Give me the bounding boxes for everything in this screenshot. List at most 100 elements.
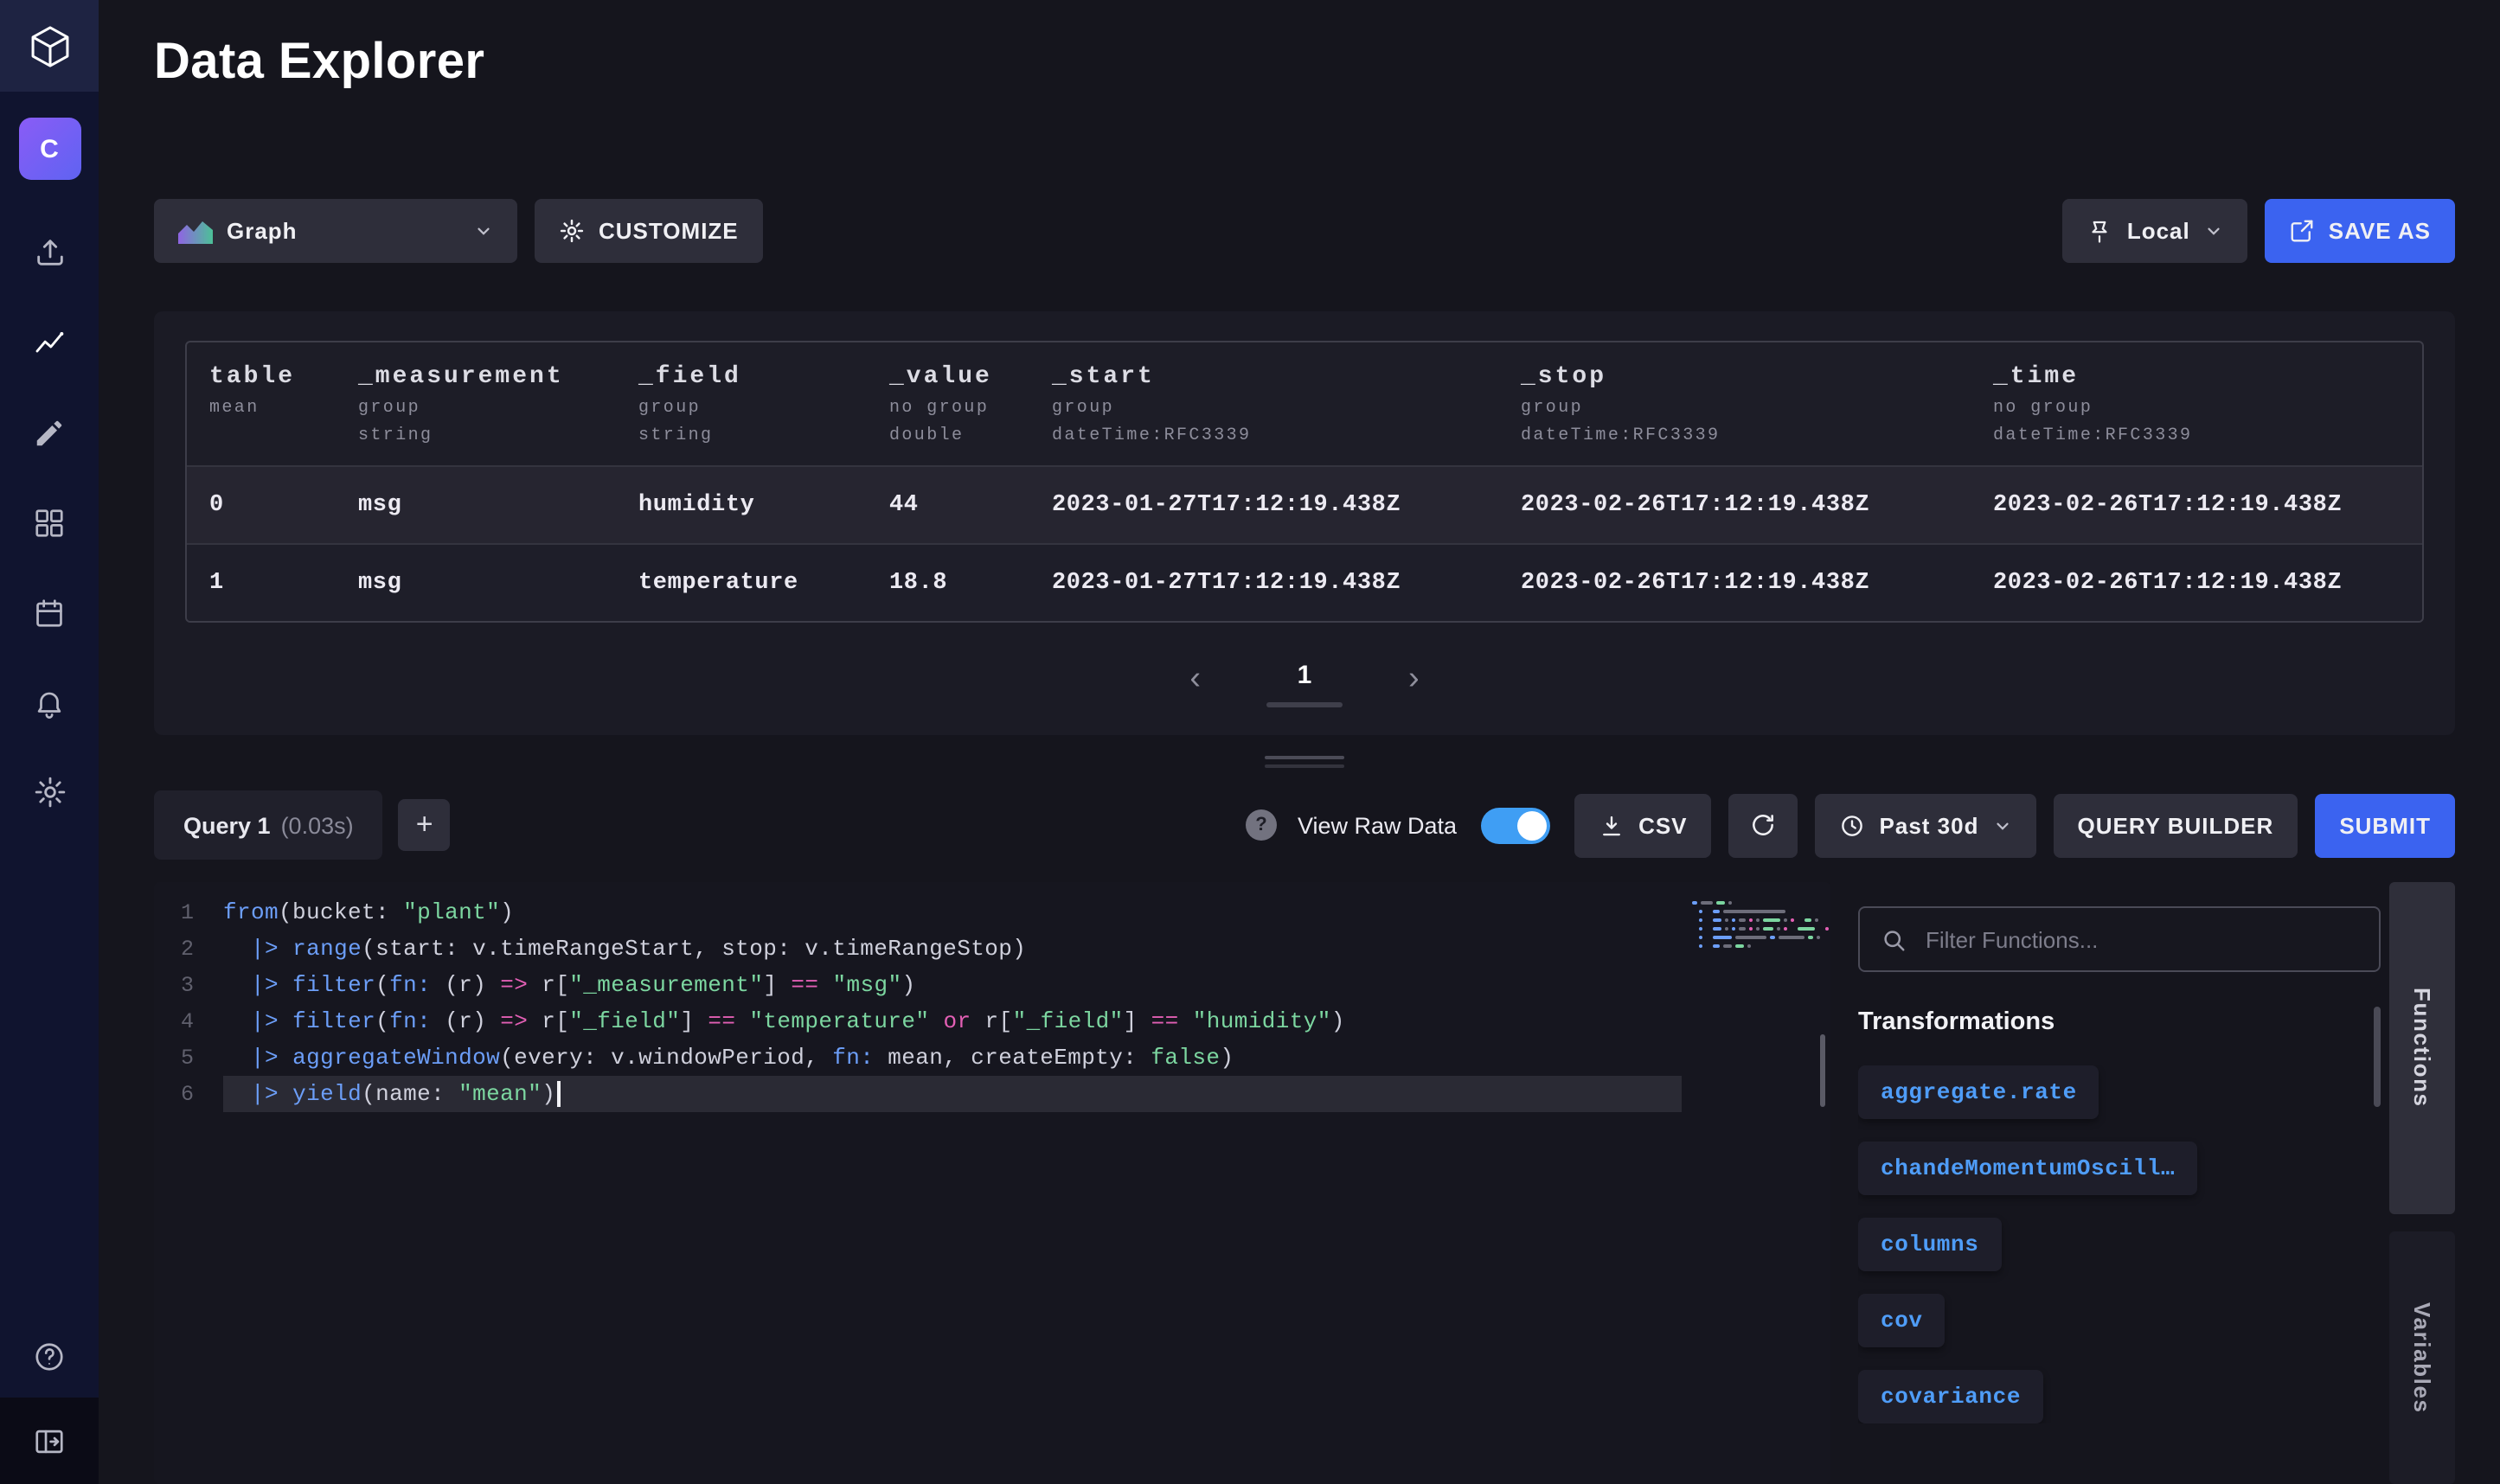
time-range-dropdown[interactable]: Past 30d bbox=[1816, 793, 2036, 857]
code-editor[interactable]: 1from(bucket: "plant")2 |> range(start: … bbox=[154, 882, 1830, 1484]
line-number: 5 bbox=[154, 1039, 223, 1076]
pagination-scrollbar[interactable] bbox=[1266, 702, 1343, 707]
tab-variables[interactable]: Variables bbox=[2389, 1231, 2455, 1484]
minimap-mark bbox=[1784, 927, 1787, 931]
editor-minimap[interactable] bbox=[1682, 894, 1830, 1484]
minimap-mark bbox=[1785, 918, 1788, 922]
function-chip[interactable]: cov bbox=[1858, 1294, 1946, 1347]
nav-item-alerts[interactable] bbox=[0, 657, 99, 747]
nav-item-upload[interactable] bbox=[0, 208, 99, 297]
nav-item-settings[interactable] bbox=[0, 747, 99, 837]
view-raw-toggle[interactable] bbox=[1481, 807, 1550, 843]
table-cell: 0 bbox=[187, 492, 336, 518]
submit-button[interactable]: SUBMIT bbox=[2315, 793, 2455, 857]
current-page: 1 bbox=[1298, 661, 1312, 690]
minimap-mark bbox=[1763, 927, 1773, 931]
minimap-mark bbox=[1817, 927, 1821, 931]
line-number: 3 bbox=[154, 967, 223, 1003]
function-chip[interactable]: covariance bbox=[1858, 1370, 2043, 1423]
function-search[interactable] bbox=[1858, 906, 2381, 972]
gear-icon bbox=[32, 775, 67, 809]
code-text: |> filter(fn: (r) => r["_measurement"] =… bbox=[223, 967, 1682, 1003]
chevron-down-icon bbox=[1993, 816, 2012, 835]
refresh-button[interactable] bbox=[1729, 793, 1798, 857]
add-query-button[interactable]: + bbox=[399, 799, 451, 851]
nav-item-expand-nav[interactable] bbox=[0, 1398, 99, 1484]
table-cell: 44 bbox=[867, 492, 1029, 518]
code-lines[interactable]: 1from(bucket: "plant")2 |> range(start: … bbox=[154, 894, 1682, 1484]
minimap-mark bbox=[1771, 936, 1775, 939]
minimap-mark bbox=[1713, 936, 1733, 939]
column-subtitle: group bbox=[1521, 400, 1957, 419]
query-tab[interactable]: Query 1 (0.03s) bbox=[154, 790, 383, 860]
minimap-mark bbox=[1815, 918, 1818, 922]
column-title: _time bbox=[1993, 363, 2408, 391]
prev-page-button[interactable]: ‹ bbox=[1189, 661, 1201, 695]
table-row: 0msghumidity442023-01-27T17:12:19.438Z20… bbox=[187, 465, 2422, 543]
save-as-button[interactable]: SAVE AS bbox=[2265, 199, 2455, 263]
minimap-mark bbox=[1706, 936, 1709, 939]
sidebar-bottom bbox=[0, 1314, 99, 1484]
customize-button[interactable]: CUSTOMIZE bbox=[535, 199, 763, 263]
download-icon bbox=[1599, 812, 1625, 838]
minimap-mark bbox=[1692, 918, 1696, 922]
refresh-icon bbox=[1750, 811, 1778, 839]
minimap-line bbox=[1692, 927, 1813, 931]
influxdb-logo-icon bbox=[27, 23, 72, 68]
minimap-mark bbox=[1699, 918, 1702, 922]
table-cell: 2023-01-27T17:12:19.438Z bbox=[1029, 570, 1498, 596]
nav-item-data-explorer[interactable] bbox=[0, 297, 99, 387]
nav-item-tasks[interactable] bbox=[0, 567, 99, 657]
minimap-mark bbox=[1755, 918, 1760, 922]
minimap-mark bbox=[1739, 927, 1746, 931]
logo[interactable] bbox=[0, 0, 99, 92]
code-line[interactable]: 6 |> yield(name: "mean") bbox=[154, 1076, 1682, 1112]
view-type-dropdown[interactable]: Graph bbox=[154, 199, 517, 263]
minimap-mark bbox=[1713, 927, 1721, 931]
editor-scrollbar[interactable] bbox=[1820, 1034, 1825, 1107]
nav-item-help[interactable] bbox=[0, 1314, 99, 1398]
panel-resize-handle[interactable] bbox=[154, 756, 2455, 768]
code-line[interactable]: 5 |> aggregateWindow(every: v.windowPeri… bbox=[154, 1039, 1682, 1076]
functions-scrollbar[interactable] bbox=[2374, 1007, 2381, 1107]
function-chip[interactable]: columns bbox=[1858, 1218, 2001, 1271]
resize-grip-line bbox=[1265, 764, 1344, 768]
editor-section: 1from(bucket: "plant")2 |> range(start: … bbox=[154, 882, 2455, 1484]
code-line[interactable]: 3 |> filter(fn: (r) => r["_measurement"]… bbox=[154, 967, 1682, 1003]
csv-button[interactable]: CSV bbox=[1574, 793, 1711, 857]
minimap-mark bbox=[1805, 918, 1812, 922]
view-raw-label: View Raw Data bbox=[1298, 812, 1457, 838]
raw-data-help-icon[interactable]: ? bbox=[1246, 809, 1277, 841]
code-line[interactable]: 4 |> filter(fn: (r) => r["_field"] == "t… bbox=[154, 1003, 1682, 1039]
view-type-label: Graph bbox=[227, 218, 298, 244]
local-label: Local bbox=[2127, 218, 2190, 244]
sidebar-nav bbox=[0, 208, 99, 837]
minimap-mark bbox=[1699, 936, 1702, 939]
column-subtitle: group bbox=[1052, 400, 1484, 419]
table-cell: 2023-02-26T17:12:19.438Z bbox=[1971, 492, 2422, 518]
minimap-mark bbox=[1692, 910, 1696, 913]
nav-item-dashboards[interactable] bbox=[0, 477, 99, 567]
table-cell: msg bbox=[336, 492, 616, 518]
pagination: ‹ 1 › bbox=[185, 661, 2424, 707]
function-search-input[interactable] bbox=[1922, 924, 2358, 954]
submit-label: SUBMIT bbox=[2339, 812, 2431, 838]
function-chip[interactable]: chandeMomentumOscill… bbox=[1858, 1142, 2197, 1195]
code-line[interactable]: 2 |> range(start: v.timeRangeStart, stop… bbox=[154, 931, 1682, 967]
minimap-mark bbox=[1723, 944, 1733, 948]
function-chip[interactable]: aggregate.rate bbox=[1858, 1065, 2099, 1119]
nav-item-notebooks[interactable] bbox=[0, 387, 99, 477]
code-line[interactable]: 1from(bucket: "plant") bbox=[154, 894, 1682, 931]
column-subtitle: dateTime:RFC3339 bbox=[1521, 427, 1957, 446]
table-cell: 2023-02-26T17:12:19.438Z bbox=[1971, 570, 2422, 596]
query-builder-label: QUERY BUILDER bbox=[2078, 812, 2274, 838]
local-dropdown[interactable]: Local bbox=[2063, 199, 2247, 263]
table-cell: 2023-01-27T17:12:19.438Z bbox=[1029, 492, 1498, 518]
tab-functions[interactable]: Functions bbox=[2389, 882, 2455, 1214]
query-builder-button[interactable]: QUERY BUILDER bbox=[2054, 793, 2298, 857]
table-cell: 2023-02-26T17:12:19.438Z bbox=[1498, 570, 1971, 596]
avatar[interactable]: C bbox=[18, 118, 80, 180]
minimap-mark bbox=[1724, 927, 1728, 931]
main-content: Data Explorer Graph bbox=[99, 0, 2500, 1484]
next-page-button[interactable]: › bbox=[1408, 661, 1420, 695]
